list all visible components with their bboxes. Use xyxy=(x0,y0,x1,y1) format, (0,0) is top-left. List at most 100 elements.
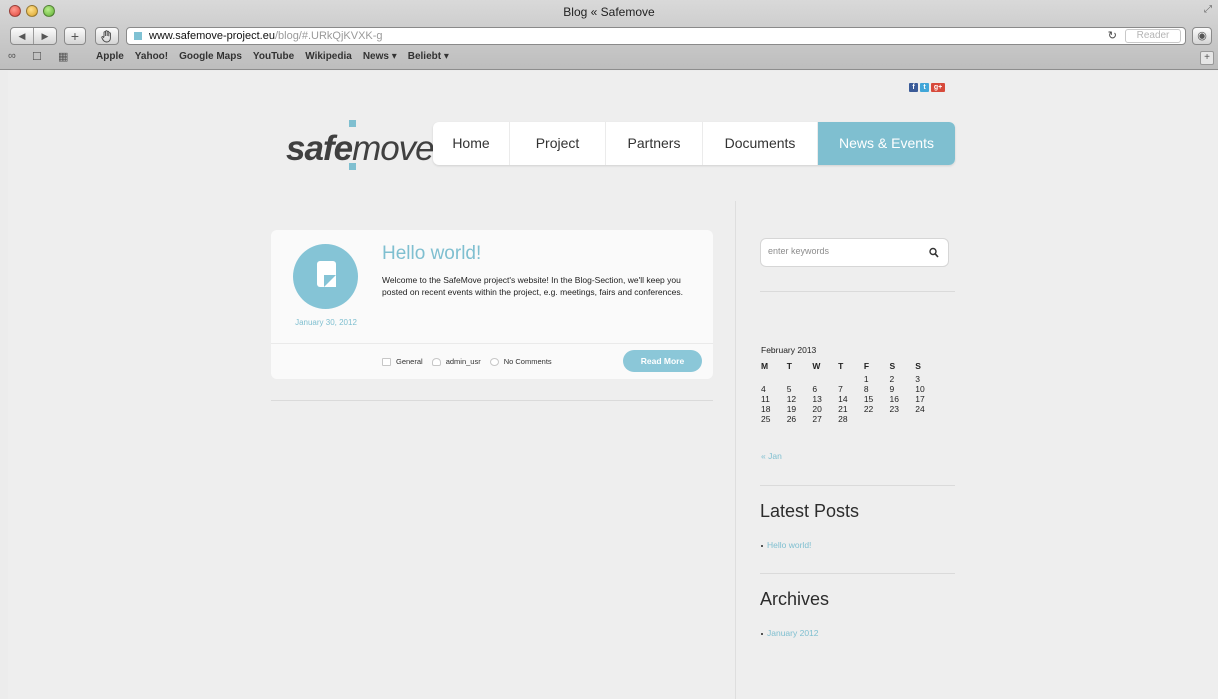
sidebar-border xyxy=(735,201,736,699)
browser-toolbar: ◀ ▶ + www.safemove-project.eu/blog/#.URk… xyxy=(0,24,1218,46)
calendar-day: 11 xyxy=(761,394,770,404)
nav-documents[interactable]: Documents xyxy=(703,122,818,165)
calendar-widget: February 2013 MTWTFSS 1 2 3 4 5 6 7 8 9 10 11 12 13 1… xyxy=(761,345,941,424)
calendar-weekday: S xyxy=(889,361,896,371)
bookmark-item[interactable]: YouTube xyxy=(253,51,294,62)
read-more-button[interactable]: Read More xyxy=(623,350,702,372)
reading-list-icon[interactable]: ∞ xyxy=(8,50,16,62)
nav-partners[interactable]: Partners xyxy=(606,122,703,165)
site-logo[interactable]: safemove xyxy=(286,120,436,173)
calendar-week: 1 2 3 xyxy=(761,374,941,384)
calendar-day: 1 xyxy=(863,374,869,384)
calendar-prev-link[interactable]: « Jan xyxy=(761,451,782,461)
calendar-weekday: S xyxy=(915,361,921,371)
sidebar-divider xyxy=(760,485,955,486)
url-path: /blog/#.URkQjKVXK-g xyxy=(274,30,383,42)
calendar-day: 17 xyxy=(915,394,925,404)
calendar-day: 4 xyxy=(761,384,766,394)
nav-home[interactable]: Home xyxy=(433,122,510,165)
search-input[interactable] xyxy=(768,246,918,256)
content-divider xyxy=(271,400,713,401)
forward-button[interactable]: ▶ xyxy=(34,28,56,44)
calendar-day xyxy=(838,374,864,384)
calendar-day xyxy=(761,374,787,384)
calendar-day xyxy=(915,414,941,424)
latest-posts-title: Latest Posts xyxy=(760,501,860,521)
calendar-day: 7 xyxy=(838,384,843,394)
nav-project[interactable]: Project xyxy=(510,122,606,165)
logo-light-text: move xyxy=(352,129,435,168)
post-title[interactable]: Hello world! xyxy=(382,243,481,265)
bookmark-items: Apple Yahoo! Google Maps YouTube Wikipedia Ne… xyxy=(96,51,449,62)
fullscreen-icon[interactable]: ⤢ xyxy=(1204,4,1212,15)
twitter-icon[interactable]: t xyxy=(920,83,929,92)
blog-post: January 30, 2012 Hello world! Welcome to… xyxy=(271,230,713,379)
google-plus-icon[interactable]: g+ xyxy=(931,83,945,92)
calendar-day: 26 xyxy=(786,414,797,424)
bookmarks-book-icon[interactable]: ☐ xyxy=(32,50,42,63)
sidebar-divider xyxy=(760,291,955,292)
hand-icon[interactable] xyxy=(95,27,119,45)
social-links: f t g+ xyxy=(909,83,945,92)
calendar-day: 18 xyxy=(761,404,771,414)
archive-link[interactable]: January 2012 xyxy=(761,628,819,638)
facebook-icon[interactable]: f xyxy=(909,83,918,92)
calendar-weekday: T xyxy=(838,361,844,371)
calendar-day: 20 xyxy=(812,404,822,414)
logo-bold-text: safe xyxy=(286,129,353,168)
bookmark-item[interactable]: Apple xyxy=(96,51,124,62)
top-sites-icon[interactable]: ▦ xyxy=(58,50,68,63)
bookmarks-bar: ∞ ☐ ▦ Apple Yahoo! Google Maps YouTube Wikip… xyxy=(0,48,1218,66)
calendar-day: 21 xyxy=(838,404,848,414)
post-comments[interactable]: No Comments xyxy=(504,357,552,366)
post-meta: General admin_usr No Comments xyxy=(382,357,552,366)
calendar-day: 28 xyxy=(838,414,848,424)
new-tab-button[interactable]: + xyxy=(1200,51,1214,65)
calendar-day xyxy=(787,374,813,384)
calendar-day: 27 xyxy=(812,414,822,424)
bookmark-item[interactable]: Yahoo! xyxy=(135,51,168,62)
calendar-day: 14 xyxy=(838,394,848,404)
logo-square-bottom xyxy=(349,163,356,170)
url-host: www.safemove-project.eu xyxy=(149,30,275,42)
calendar-table: MTWTFSS 1 2 3 4 5 6 7 8 9 10 11 12 13 14 15 16 17 18 19 20 2… xyxy=(761,361,941,424)
calendar-day: 25 xyxy=(761,414,771,424)
calendar-day: 6 xyxy=(812,384,818,394)
post-date: January 30, 2012 xyxy=(295,318,357,327)
nav-news-events[interactable]: News & Events xyxy=(818,122,955,165)
bookmark-item[interactable]: Beliebt ▾ xyxy=(408,51,449,62)
reload-icon[interactable]: ↻ xyxy=(1108,28,1117,44)
downloads-icon[interactable]: ◉ xyxy=(1192,27,1212,45)
calendar-day: 9 xyxy=(889,384,895,394)
post-author[interactable]: admin_usr xyxy=(446,357,481,366)
latest-post-link[interactable]: Hello world! xyxy=(761,540,811,550)
bookmark-item[interactable]: Wikipedia xyxy=(305,51,352,62)
calendar-weekday: T xyxy=(786,361,792,371)
back-button[interactable]: ◀ xyxy=(11,28,34,44)
calendar-day xyxy=(812,374,838,384)
calendar-day: 22 xyxy=(863,404,874,414)
post-category[interactable]: General xyxy=(396,357,423,366)
document-icon xyxy=(317,261,336,287)
folder-icon xyxy=(382,357,391,366)
calendar-day: 23 xyxy=(889,404,899,414)
calendar-day: 19 xyxy=(786,404,797,414)
calendar-day: 16 xyxy=(889,394,899,404)
reader-button[interactable]: Reader xyxy=(1125,29,1181,43)
bookmark-item[interactable]: News ▾ xyxy=(363,51,397,62)
browser-chrome: Blog « Safemove ⤢ ◀ ▶ + www.safemove-pro… xyxy=(0,0,1218,70)
calendar-day: 15 xyxy=(863,394,874,404)
main-navigation: Home Project Partners Documents News & E… xyxy=(433,122,955,165)
address-bar[interactable]: www.safemove-project.eu/blog/#.URkQjKVXK… xyxy=(126,27,1186,45)
post-excerpt: Welcome to the SafeMove project's websit… xyxy=(382,275,683,297)
search-icon[interactable] xyxy=(929,247,939,259)
web-page: f t g+ safemove Home Project Partners Do… xyxy=(8,71,1218,699)
calendar-day: 3 xyxy=(915,374,920,384)
calendar-day: 8 xyxy=(863,384,869,394)
bookmark-item[interactable]: Google Maps xyxy=(179,51,242,62)
calendar-day: 5 xyxy=(786,384,792,394)
calendar-weekdays: MTWTFSS xyxy=(761,361,941,374)
add-bookmark-button[interactable]: + xyxy=(64,27,86,45)
calendar-day: 13 xyxy=(812,394,822,404)
calendar-day: 12 xyxy=(786,394,797,404)
